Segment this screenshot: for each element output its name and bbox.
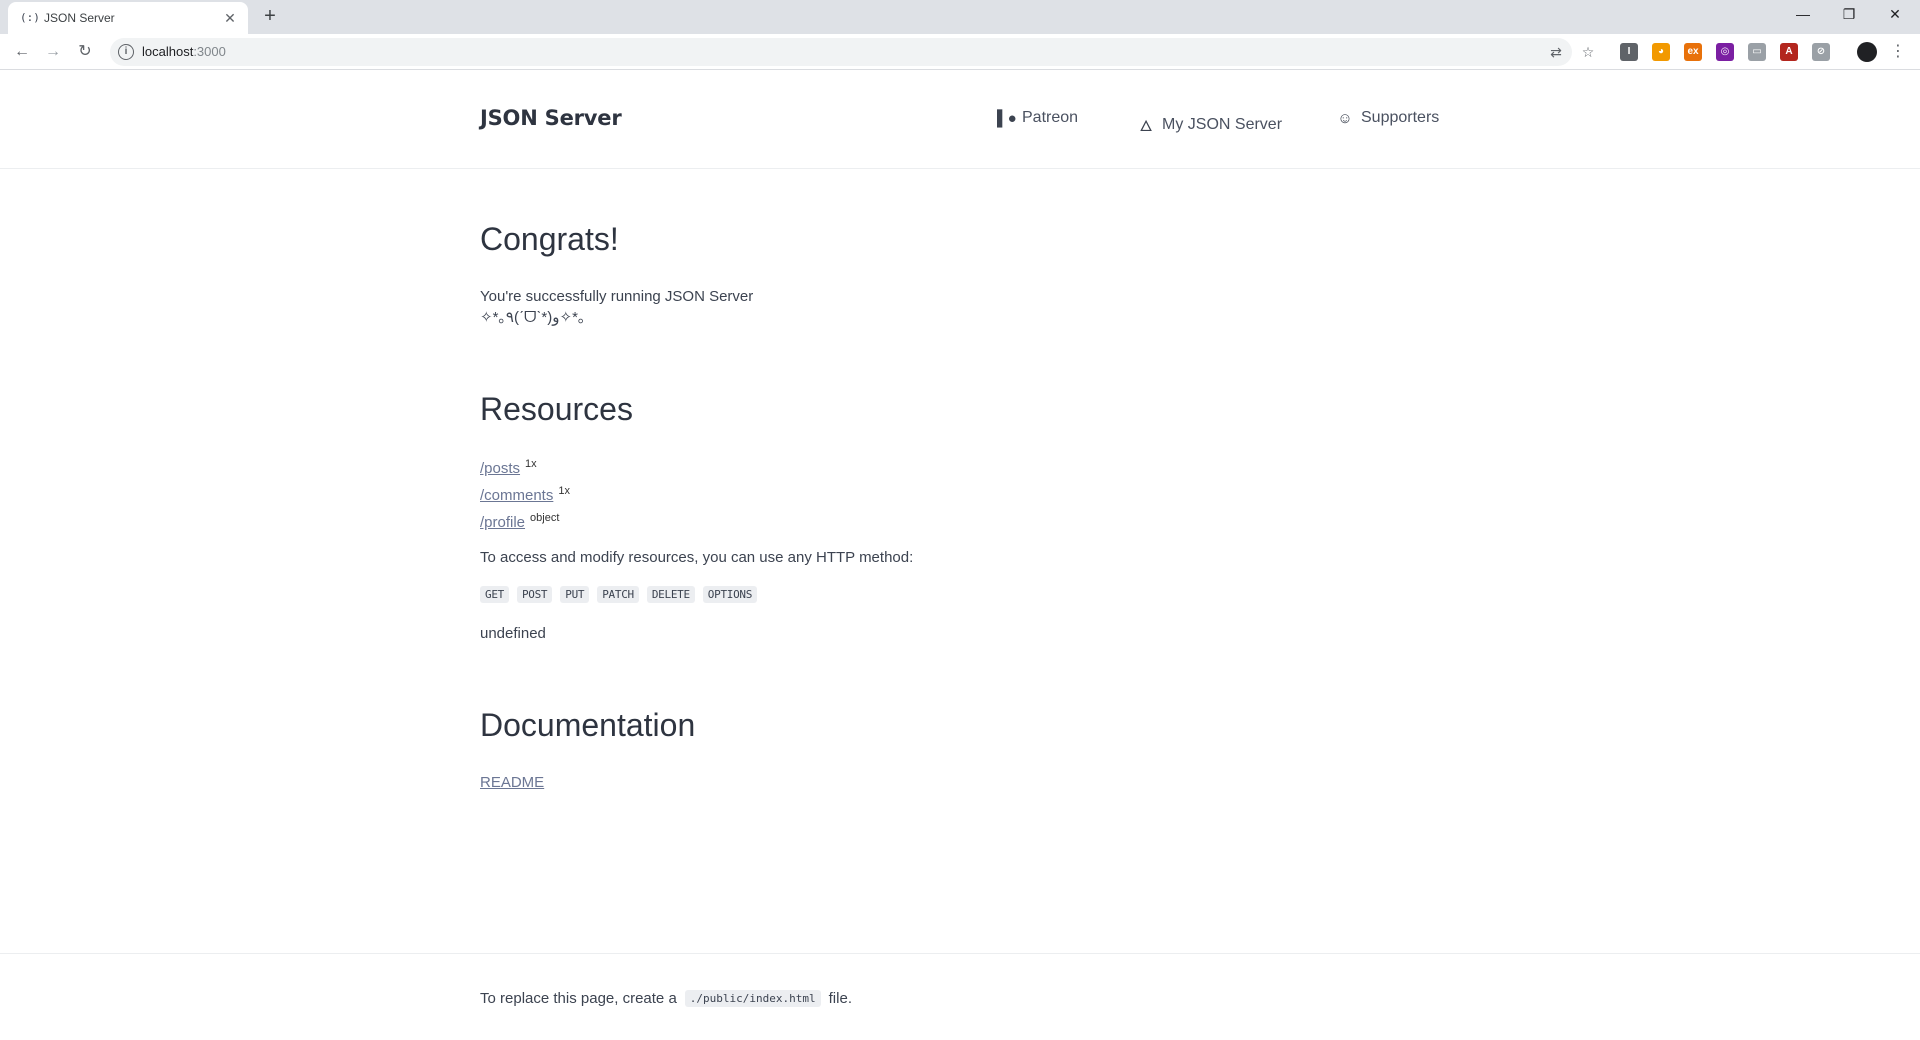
browser-tab[interactable]: (:) JSON Server ✕ <box>8 2 248 34</box>
nav-my-json-server-label: My JSON Server <box>1162 115 1283 133</box>
resource-badge: 1x <box>558 485 570 497</box>
footer-text-before: To replace this page, create a <box>480 990 677 1007</box>
method-chip: PUT <box>560 586 590 603</box>
browser-toolbar: ← → ↻ i localhost:3000 ⇄ ☆ I ◕ ex ◎ ▭ A ⊘ ⋮ <box>0 34 1920 70</box>
site-footer: To replace this page, create a ./public/… <box>0 953 1920 1040</box>
ext-icon-5[interactable]: ▭ <box>1748 43 1766 61</box>
resource-item: /profile object <box>480 508 559 533</box>
nav-patreon[interactable]: ▌● Patreon <box>997 109 1078 127</box>
resource-badge: object <box>530 512 560 524</box>
window-close-icon[interactable]: ✕ <box>1872 0 1918 30</box>
nav-supporters[interactable]: ☺ Supporters <box>1336 109 1439 127</box>
new-tab-button[interactable]: + <box>258 5 282 29</box>
footer-text: To replace this page, create a ./public/… <box>480 990 852 1007</box>
tab-title: JSON Server <box>44 11 115 25</box>
back-icon[interactable]: ← <box>10 40 34 64</box>
footer-code: ./public/index.html <box>684 990 821 1007</box>
page: JSON Server ▌● Patreon 🜂 My JSON Server … <box>0 71 1920 1040</box>
ext-icon-3[interactable]: ex <box>1684 43 1702 61</box>
nav-patreon-label: Patreon <box>1022 109 1079 126</box>
tab-close-icon[interactable]: ✕ <box>220 8 240 28</box>
resource-link-comments[interactable]: /comments <box>480 487 553 504</box>
congrats-heading: Congrats! <box>480 221 619 257</box>
patreon-icon: ▌● <box>997 109 1017 127</box>
congrats-text: You're successfully running JSON Server <box>480 288 754 305</box>
method-chip: POST <box>516 586 553 603</box>
ext-icon-6[interactable]: A <box>1780 43 1798 61</box>
smile-icon: ☺ <box>1337 109 1353 127</box>
http-methods: GET POST PUT PATCH DELETE OPTIONS <box>480 586 758 603</box>
brand-title[interactable]: JSON Server <box>480 106 622 130</box>
flame-icon: 🜂 <box>1139 118 1153 135</box>
tab-favicon-icon: (:) <box>20 11 40 24</box>
forward-icon[interactable]: → <box>41 40 65 64</box>
resource-item: /comments 1x <box>480 481 570 506</box>
footer-text-after: file. <box>828 990 852 1007</box>
access-text: To access and modify resources, you can … <box>480 549 914 566</box>
nav-my-json-server[interactable]: 🜂 My JSON Server <box>1137 109 1282 140</box>
bookmark-star-icon[interactable]: ☆ <box>1578 42 1598 62</box>
resource-link-profile[interactable]: /profile <box>480 514 525 531</box>
address-bar[interactable]: i localhost:3000 ⇄ ☆ <box>110 38 1594 66</box>
menu-kebab-icon[interactable]: ⋮ <box>1886 40 1910 64</box>
method-chip: PATCH <box>597 586 639 603</box>
restore-icon[interactable]: ❐ <box>1826 0 1872 30</box>
url-text[interactable]: localhost:3000 <box>142 44 226 60</box>
browser-tabstrip: (:) JSON Server ✕ + — ❐ ✕ <box>0 0 1920 34</box>
profile-avatar[interactable] <box>1857 42 1877 62</box>
documentation-heading: Documentation <box>480 707 696 743</box>
resources-heading: Resources <box>480 391 633 427</box>
translate-icon[interactable]: ⇄ <box>1546 42 1566 62</box>
undefined-text: undefined <box>480 625 546 642</box>
congrats-emoticon: ✧*｡٩(ˊᗜˋ*)و✧*｡ <box>480 309 586 326</box>
nav-supporters-label: Supporters <box>1361 109 1440 126</box>
ext-icon-1[interactable]: I <box>1620 43 1638 61</box>
ext-icon-2[interactable]: ◕ <box>1652 43 1670 61</box>
readme-link[interactable]: README <box>480 774 544 791</box>
ext-icon-7[interactable]: ⊘ <box>1812 43 1830 61</box>
minimize-icon[interactable]: — <box>1780 0 1826 30</box>
method-chip: DELETE <box>646 586 695 603</box>
method-chip: GET <box>480 586 509 603</box>
resource-link-posts[interactable]: /posts <box>480 460 520 477</box>
ext-icon-4[interactable]: ◎ <box>1716 43 1734 61</box>
resource-item: /posts 1x <box>480 454 537 479</box>
documentation-item: README <box>480 772 544 793</box>
site-header: JSON Server ▌● Patreon 🜂 My JSON Server … <box>0 71 1920 169</box>
method-chip: OPTIONS <box>702 586 758 603</box>
resource-badge: 1x <box>525 458 537 470</box>
reload-icon[interactable]: ↻ <box>73 40 97 64</box>
site-info-icon[interactable]: i <box>118 44 134 60</box>
